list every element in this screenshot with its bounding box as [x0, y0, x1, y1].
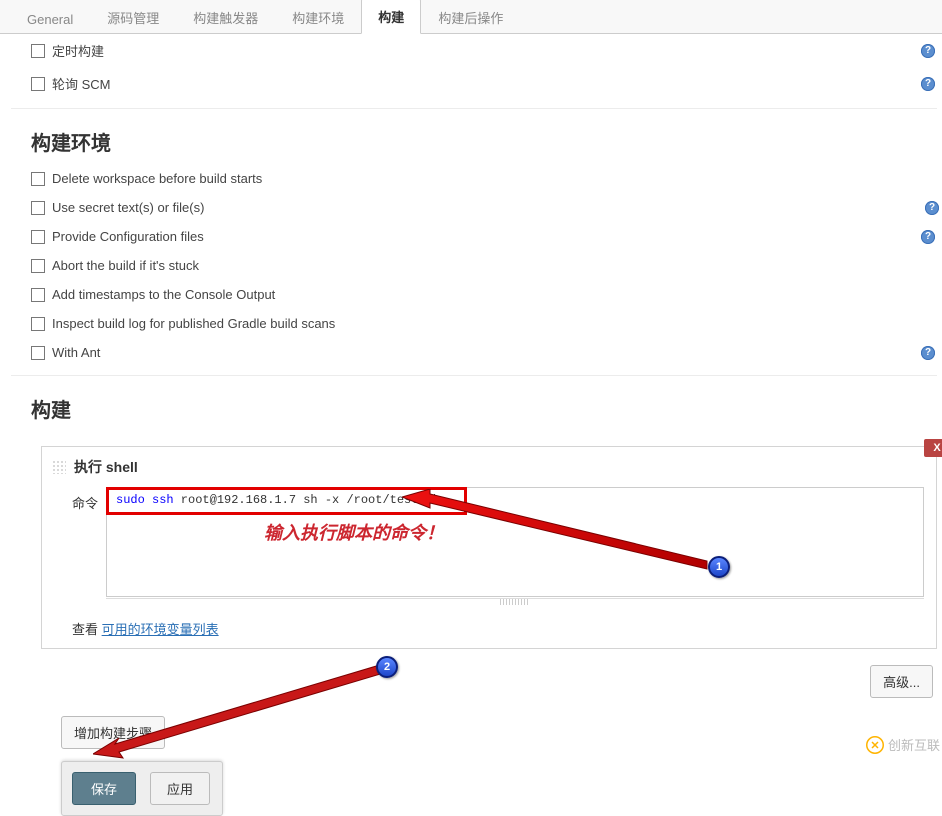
section-title-build: 构建: [31, 376, 937, 431]
command-label: 命令: [72, 487, 106, 512]
help-icon[interactable]: ?: [921, 346, 935, 360]
label-delete-workspace: Delete workspace before build starts: [52, 171, 262, 186]
checkbox-delete-workspace[interactable]: [31, 172, 45, 186]
tab-build[interactable]: 构建: [361, 0, 421, 34]
resize-grip[interactable]: [106, 598, 924, 605]
build-step-shell: X 执行 shell ? 命令 sudo ssh root@192.168.1.…: [41, 446, 937, 649]
label-poll-scm: 轮询 SCM: [52, 74, 111, 93]
add-build-step-button[interactable]: 增加构建步骤: [61, 716, 165, 749]
checkbox-gradle-scan[interactable]: [31, 317, 45, 331]
see-label: 查看: [72, 622, 102, 637]
config-tabs: General 源码管理 构建触发器 构建环境 构建 构建后操作: [0, 0, 942, 34]
label-gradle-scan: Inspect build log for published Gradle b…: [52, 316, 335, 331]
tab-general[interactable]: General: [10, 3, 90, 34]
label-secret: Use secret text(s) or file(s): [52, 200, 204, 215]
watermark-text: 创新互联: [888, 735, 940, 754]
tab-env[interactable]: 构建环境: [275, 0, 361, 34]
help-icon[interactable]: ?: [921, 44, 935, 58]
apply-button[interactable]: 应用: [150, 772, 210, 805]
label-timestamps: Add timestamps to the Console Output: [52, 287, 275, 302]
checkbox-with-ant[interactable]: [31, 346, 45, 360]
label-abort-stuck: Abort the build if it's stuck: [52, 258, 199, 273]
save-button[interactable]: 保存: [72, 772, 136, 805]
drag-handle-icon[interactable]: [52, 460, 66, 474]
checkbox-abort-stuck[interactable]: [31, 259, 45, 273]
tab-triggers[interactable]: 构建触发器: [176, 0, 275, 34]
footer-bar: 保存 应用: [61, 761, 223, 816]
help-icon[interactable]: ?: [921, 77, 935, 91]
help-icon[interactable]: ?: [921, 230, 935, 244]
help-icon[interactable]: ?: [925, 201, 939, 215]
advanced-button[interactable]: 高级...: [870, 665, 933, 698]
section-title-env: 构建环境: [31, 109, 937, 164]
label-timed-build: 定时构建: [52, 41, 104, 60]
checkbox-timestamps[interactable]: [31, 288, 45, 302]
tab-scm[interactable]: 源码管理: [90, 0, 176, 34]
watermark: 创新互联: [866, 735, 940, 754]
checkbox-poll-scm[interactable]: [31, 77, 45, 91]
tab-post[interactable]: 构建后操作: [421, 0, 520, 34]
build-step-title: 执行 shell: [74, 457, 138, 477]
command-textarea[interactable]: [106, 487, 924, 597]
checkbox-timed-build[interactable]: [31, 44, 45, 58]
label-config-files: Provide Configuration files: [52, 229, 204, 244]
checkbox-secret[interactable]: [31, 201, 45, 215]
checkbox-config-files[interactable]: [31, 230, 45, 244]
env-vars-link[interactable]: 可用的环境变量列表: [102, 622, 219, 637]
label-with-ant: With Ant: [52, 345, 100, 360]
